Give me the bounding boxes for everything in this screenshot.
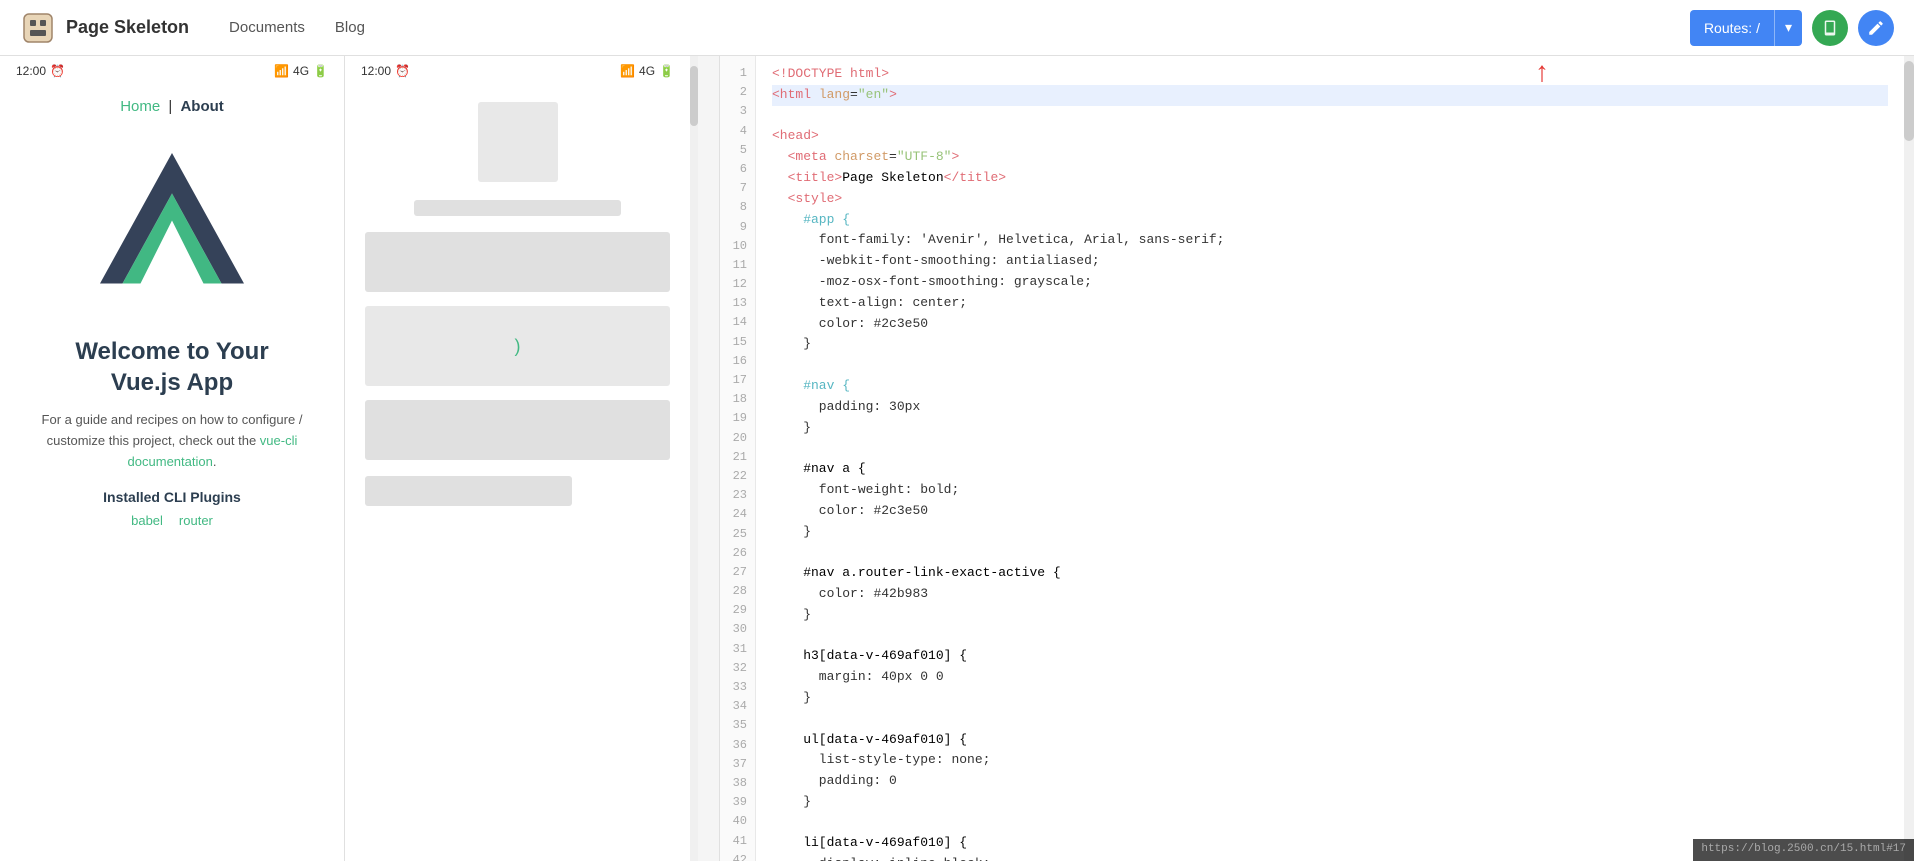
phone-content-1: Home | About Welcome to Your Vue.js App <box>0 82 344 861</box>
phone-description: For a guide and recipes on how to config… <box>20 410 324 472</box>
skeleton-block-3 <box>365 476 572 506</box>
navbar-actions: Routes: / ▾ <box>1690 10 1894 46</box>
status-right-2: 📶 4G 🔋 <box>620 64 674 78</box>
battery-1: 🔋 <box>313 64 328 78</box>
red-arrow: ↑ <box>1535 58 1549 86</box>
skeleton-block-1 <box>365 232 670 292</box>
preview-scrollbar-thumb <box>690 66 698 126</box>
navbar: Page Skeleton Documents Blog Routes: / ▾ <box>0 0 1914 56</box>
battery-2: 🔋 <box>659 64 674 78</box>
phone-icon-button[interactable] <box>1812 10 1848 46</box>
signal-bars-1: 📶 <box>274 64 289 78</box>
skeleton-spinner: ) <box>365 306 670 386</box>
status-left-2: 12:00 ⏰ <box>361 64 410 78</box>
nav-home-link[interactable]: Home <box>120 98 160 115</box>
line-numbers: 1234567891011121314151617181920212223242… <box>720 56 756 861</box>
status-right-1: 📶 4G 🔋 <box>274 64 328 78</box>
code-scrollbar[interactable] <box>1904 56 1914 861</box>
signal-bars-2: 📶 <box>620 64 635 78</box>
code-scrollbar-thumb <box>1904 61 1914 141</box>
plugin-router[interactable]: router <box>179 513 213 528</box>
routes-dropdown-button[interactable]: ▾ <box>1774 10 1802 46</box>
preview-scrollbar[interactable] <box>690 56 698 861</box>
network-1: 4G <box>293 64 309 78</box>
skeleton-block-2 <box>365 400 670 460</box>
plugin-babel[interactable]: babel <box>131 513 163 528</box>
navbar-links: Documents Blog <box>229 19 1690 36</box>
phone-plugins: babel router <box>20 513 324 528</box>
vue-logo <box>82 135 262 315</box>
app-icon <box>20 10 56 46</box>
nav-about-link[interactable]: About <box>180 98 223 115</box>
routes-btn-group: Routes: / ▾ <box>1690 10 1802 46</box>
network-2: 4G <box>639 64 655 78</box>
time-2: 12:00 <box>361 64 391 78</box>
statusbar-2: 12:00 ⏰ 📶 4G 🔋 <box>345 56 690 82</box>
status-left-1: 12:00 ⏰ <box>16 64 65 78</box>
app-title: Page Skeleton <box>66 17 189 38</box>
main-area: 12:00 ⏰ 📶 4G 🔋 Home | About <box>0 56 1914 861</box>
chevron-down-icon: ▾ <box>1785 19 1792 35</box>
nav-blog[interactable]: Blog <box>335 19 365 36</box>
statusbar-1: 12:00 ⏰ 📶 4G 🔋 <box>0 56 344 82</box>
edit-icon-button[interactable] <box>1858 10 1894 46</box>
alarm-icon: ⏰ <box>50 64 65 78</box>
navbar-logo: Page Skeleton <box>20 10 189 46</box>
skeleton-line-1 <box>414 200 621 216</box>
time-1: 12:00 <box>16 64 46 78</box>
alarm-icon-2: ⏰ <box>395 64 410 78</box>
plugins-section-title: Installed CLI Plugins <box>20 489 324 505</box>
phone-nav-1: Home | About <box>20 98 324 115</box>
routes-button[interactable]: Routes: / <box>1690 10 1774 46</box>
code-content: <!DOCTYPE html><html lang="en"> <head> <… <box>756 56 1904 861</box>
nav-separator: | <box>168 98 172 115</box>
code-panel: 1234567891011121314151617181920212223242… <box>720 56 1914 861</box>
phone-mockup-1: 12:00 ⏰ 📶 4G 🔋 Home | About <box>0 56 345 861</box>
url-bar: https://blog.2500.cn/15.html#17 <box>1693 839 1914 861</box>
code-inner: 1234567891011121314151617181920212223242… <box>720 56 1914 861</box>
preview-panel: 12:00 ⏰ 📶 4G 🔋 Home | About <box>0 56 720 861</box>
skeleton-square <box>478 102 558 182</box>
nav-documents[interactable]: Documents <box>229 19 305 36</box>
phone-title: Welcome to Your Vue.js App <box>20 336 324 398</box>
phone-mockup-2: 12:00 ⏰ 📶 4G 🔋 ) <box>345 56 690 861</box>
